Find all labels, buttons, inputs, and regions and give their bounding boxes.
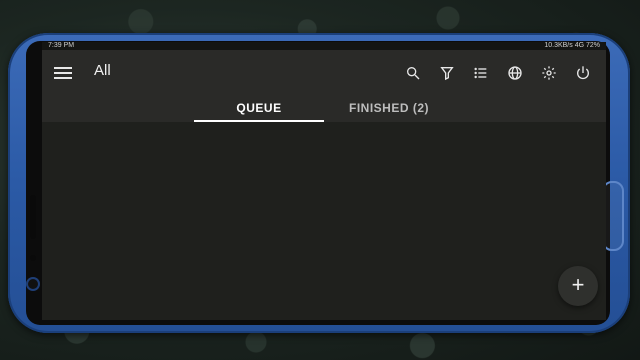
queue-list-empty [42, 122, 606, 320]
phone-sensor [30, 255, 36, 261]
add-download-button[interactable]: + [558, 266, 598, 306]
toolbar-actions [396, 58, 600, 88]
list-icon[interactable] [464, 58, 498, 88]
status-time: 7:39 PM [48, 42, 75, 49]
tab-queue[interactable]: QUEUE [194, 96, 324, 122]
tab-finished[interactable]: FINISHED (2) [324, 96, 454, 122]
settings-icon[interactable] [532, 58, 566, 88]
search-icon[interactable] [396, 58, 430, 88]
phone-speaker [30, 195, 36, 239]
front-camera [26, 277, 40, 291]
top-app-bar: All [42, 50, 606, 96]
hamburger-menu-icon[interactable] [54, 64, 72, 80]
status-indicators: 10.3KB/s 4G 72% [544, 42, 600, 49]
power-icon[interactable] [566, 58, 600, 88]
app-screen: 7:39 PM 10.3KB/s 4G 72% All QUEUE FINISH… [42, 42, 606, 320]
page-title: All [94, 62, 111, 79]
filter-icon[interactable] [430, 58, 464, 88]
globe-icon[interactable] [498, 58, 532, 88]
status-bar: 7:39 PM 10.3KB/s 4G 72% [42, 42, 606, 50]
tab-bar: QUEUE FINISHED (2) [42, 96, 606, 122]
